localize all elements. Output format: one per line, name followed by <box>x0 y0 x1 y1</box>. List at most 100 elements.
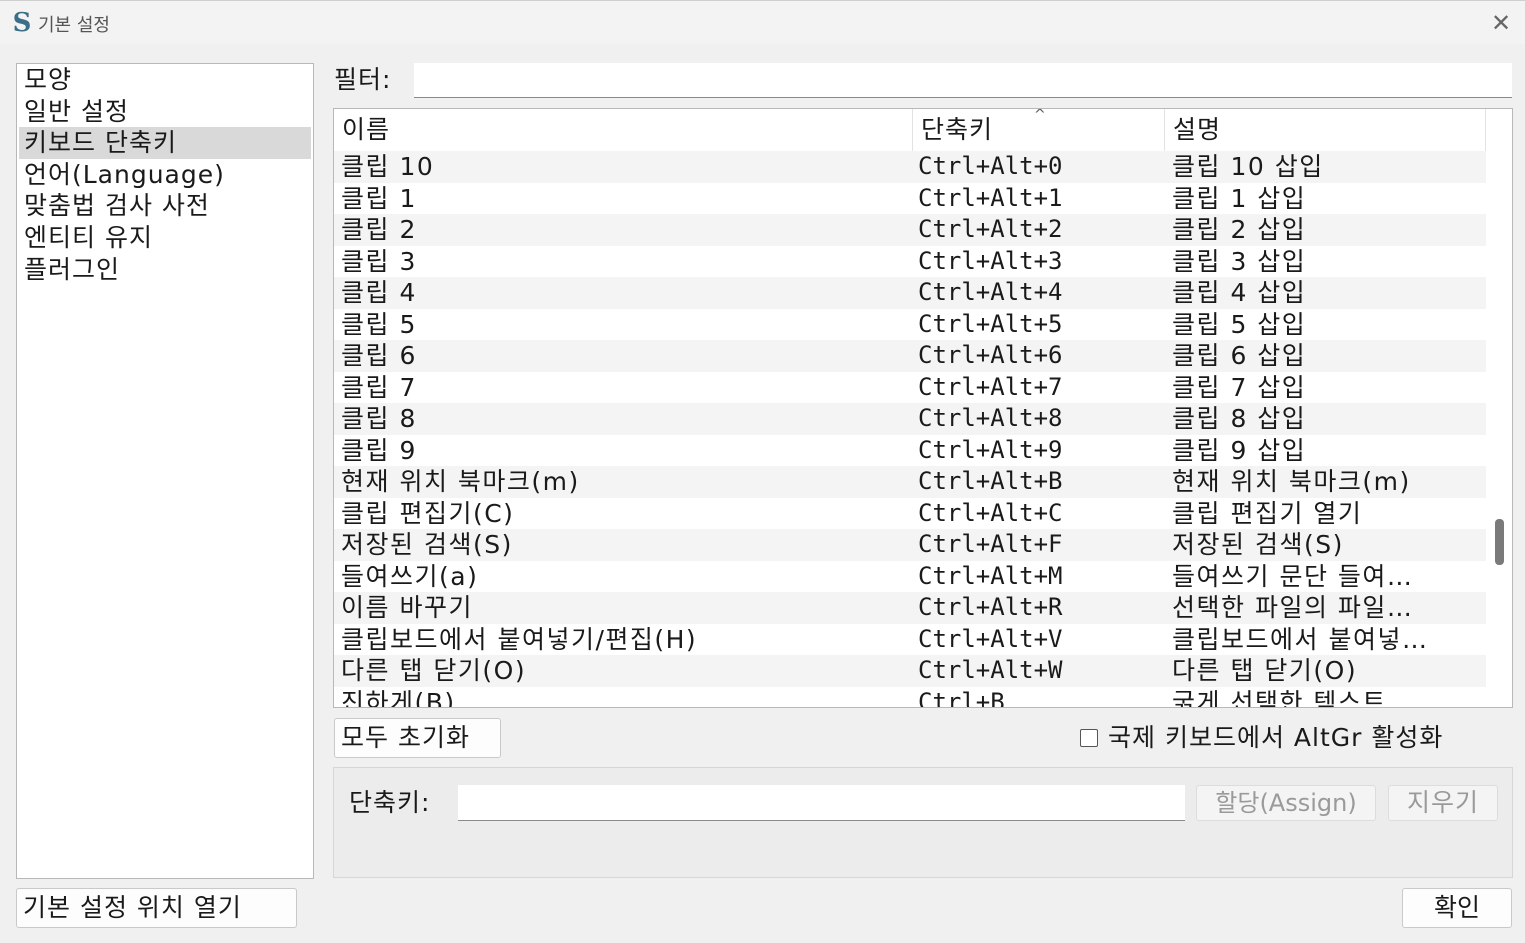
shortcut-editor-panel: 단축키: 할당(Assign) 지우기 <box>333 767 1513 878</box>
shortcut-name-cell: 이름 바꾸기 <box>341 593 473 622</box>
shortcut-description-cell: 선택한 파일의 파일… <box>1172 593 1414 622</box>
ok-button[interactable]: 확인 <box>1402 888 1512 928</box>
open-preferences-location-button[interactable]: 기본 설정 위치 열기 <box>16 888 297 928</box>
app-logo-icon: S <box>12 8 32 38</box>
shortcut-key-cell: Ctrl+Alt+2 <box>918 215 1063 243</box>
shortcut-description-cell: 클립 5 삽입 <box>1172 309 1307 339</box>
table-row[interactable]: 이름 바꾸기 Ctrl+Alt+R 선택한 파일의 파일… <box>334 592 1486 624</box>
shortcut-key-cell: Ctrl+Alt+R <box>918 593 1063 621</box>
shortcut-key-cell: Ctrl+Alt+V <box>918 624 1063 653</box>
shortcut-key-cell: Ctrl+Alt+8 <box>918 404 1063 432</box>
shortcut-name-cell: 클립 6 <box>341 341 417 370</box>
shortcut-description-cell: 클립 2 삽입 <box>1172 215 1307 244</box>
sidebar-item[interactable]: 맞춤법 검사 사전 <box>17 190 313 222</box>
table-row[interactable]: 들여쓰기(a) Ctrl+Alt+M 들여쓰기 문단 들여… <box>334 560 1486 592</box>
shortcut-description-cell: 다른 탭 닫기(O) <box>1172 656 1358 685</box>
shortcut-key-cell: Ctrl+Alt+5 <box>918 309 1063 338</box>
table-row[interactable]: 클립 1 Ctrl+Alt+1 클립 1 삽입 <box>334 182 1486 214</box>
shortcut-key-cell: Ctrl+Alt+B <box>918 467 1063 495</box>
shortcut-key-cell: Ctrl+Alt+9 <box>918 435 1063 464</box>
window-title: 기본 설정 <box>38 15 110 36</box>
shortcut-name-cell: 클립 편집기(C) <box>341 498 515 528</box>
shortcut-description-cell: 클립 7 삽입 <box>1172 372 1307 402</box>
table-row[interactable]: 현재 위치 북마크(m) Ctrl+Alt+B 현재 위치 북마크(m) <box>334 466 1486 498</box>
table-row[interactable]: 다른 탭 닫기(O) Ctrl+Alt+W 다른 탭 닫기(O) <box>334 655 1486 687</box>
sidebar-item[interactable]: 엔티티 유지 <box>17 222 313 254</box>
shortcut-name-cell: 진하게(B) <box>341 687 456 708</box>
shortcut-name-cell: 다른 탭 닫기(O) <box>341 656 527 685</box>
reset-all-button[interactable]: 모두 초기화 <box>334 718 501 758</box>
close-icon[interactable]: ✕ <box>1483 5 1519 41</box>
shortcut-key-cell: Ctrl+Alt+7 <box>918 372 1063 401</box>
column-header-description[interactable]: 설명 <box>1165 109 1486 151</box>
table-row[interactable]: 클립 8 Ctrl+Alt+8 클립 8 삽입 <box>334 403 1486 435</box>
shortcut-key-cell: Ctrl+Alt+1 <box>918 183 1063 212</box>
table-row[interactable]: 클립 6 Ctrl+Alt+6 클립 6 삽입 <box>334 340 1486 372</box>
table-header: 이름 단축키 설명 ^ <box>334 109 1486 151</box>
table-row[interactable]: 진하게(B) Ctrl+B 굵게 선택한 텍스트… <box>334 686 1486 708</box>
title-bar: S 기본 설정 ✕ <box>0 0 1525 44</box>
category-list: 모양 일반 설정 키보드 단축키 언어(Language) 맞춤법 검사 사전 엔티티 유… <box>16 63 314 879</box>
shortcut-description-cell: 클립 8 삽입 <box>1172 404 1307 433</box>
table-row[interactable]: 클립 7 Ctrl+Alt+7 클립 7 삽입 <box>334 371 1486 403</box>
shortcut-description-cell: 클립 9 삽입 <box>1172 435 1307 465</box>
shortcut-name-cell: 클립 4 <box>341 278 417 307</box>
table-row[interactable]: 클립 3 Ctrl+Alt+3 클립 3 삽입 <box>334 245 1486 277</box>
table-body: 클립 10 Ctrl+Alt+0 클립 10 삽입 클립 1 Ctrl+Alt+1 클립 … <box>334 151 1486 708</box>
shortcut-table: 이름 단축키 설명 ^ 클립 10 Ctrl+Alt+0 클립 10 삽입클립 1 C… <box>333 108 1513 708</box>
shortcut-key-cell: Ctrl+B <box>918 687 1005 708</box>
sidebar-item[interactable]: 키보드 단축키 <box>19 127 311 159</box>
column-header-name[interactable]: 이름 <box>334 109 913 151</box>
shortcut-key-cell: Ctrl+Alt+F <box>918 530 1063 558</box>
shortcut-name-cell: 클립 5 <box>341 309 417 339</box>
shortcut-name-cell: 현재 위치 북마크(m) <box>341 467 580 496</box>
scrollbar-thumb[interactable] <box>1495 519 1504 565</box>
shortcut-description-cell: 현재 위치 북마크(m) <box>1172 467 1411 496</box>
sort-ascending-icon: ^ <box>1034 108 1046 123</box>
table-row[interactable]: 클립 9 Ctrl+Alt+9 클립 9 삽입 <box>334 434 1486 466</box>
shortcut-description-cell: 클립 6 삽입 <box>1172 341 1307 370</box>
vertical-scrollbar[interactable] <box>1486 109 1512 707</box>
table-row[interactable]: 클립 2 Ctrl+Alt+2 클립 2 삽입 <box>334 214 1486 246</box>
sidebar-item[interactable]: 플러그인 <box>17 254 313 286</box>
table-row[interactable]: 클립 편집기(C) Ctrl+Alt+C 클립 편집기 열기 <box>334 497 1486 529</box>
table-row[interactable]: 클립 5 Ctrl+Alt+5 클립 5 삽입 <box>334 308 1486 340</box>
shortcut-description-cell: 클립 1 삽입 <box>1172 183 1307 213</box>
sidebar-item[interactable]: 일반 설정 <box>17 96 313 128</box>
shortcut-name-cell: 클립 3 <box>341 246 417 276</box>
shortcut-name-cell: 클립보드에서 붙여넣기/편집(H) <box>341 624 698 654</box>
shortcut-description-cell: 들여쓰기 문단 들여… <box>1172 561 1414 591</box>
shortcut-name-cell: 들여쓰기(a) <box>341 561 479 591</box>
shortcut-key-cell: Ctrl+Alt+3 <box>918 246 1063 275</box>
shortcut-key-cell: Ctrl+Alt+0 <box>918 152 1063 180</box>
table-row[interactable]: 클립보드에서 붙여넣기/편집(H) Ctrl+Alt+V 클립보드에서 붙여넣… <box>334 623 1486 655</box>
shortcut-name-cell: 클립 9 <box>341 435 417 465</box>
shortcut-name-cell: 클립 2 <box>341 215 417 244</box>
shortcut-key-cell: Ctrl+Alt+W <box>918 656 1063 684</box>
sidebar-item[interactable]: 언어(Language) <box>17 159 313 191</box>
shortcut-description-cell: 클립 4 삽입 <box>1172 278 1307 307</box>
shortcut-key-cell: Ctrl+Alt+C <box>918 498 1063 527</box>
shortcut-description-cell: 클립보드에서 붙여넣… <box>1172 624 1429 654</box>
table-row[interactable]: 저장된 검색(S) Ctrl+Alt+F 저장된 검색(S) <box>334 529 1486 561</box>
shortcut-description-cell: 저장된 검색(S) <box>1172 530 1344 559</box>
filter-input[interactable] <box>414 63 1512 98</box>
shortcut-name-cell: 저장된 검색(S) <box>341 530 513 559</box>
clear-button[interactable]: 지우기 <box>1388 785 1498 821</box>
altgr-label[interactable]: 국제 키보드에서 AltGr 활성화 <box>1108 718 1443 758</box>
shortcut-key-cell: Ctrl+Alt+M <box>918 561 1063 590</box>
shortcut-input[interactable] <box>458 785 1185 821</box>
assign-button[interactable]: 할당(Assign) <box>1196 785 1376 821</box>
shortcut-key-cell: Ctrl+Alt+4 <box>918 278 1063 306</box>
table-row[interactable]: 클립 10 Ctrl+Alt+0 클립 10 삽입 <box>334 151 1486 183</box>
shortcut-name-cell: 클립 8 <box>341 404 417 433</box>
altgr-checkbox[interactable] <box>1080 729 1098 747</box>
shortcut-name-cell: 클립 7 <box>341 372 417 402</box>
shortcut-description-cell: 클립 10 삽입 <box>1172 152 1324 181</box>
table-row[interactable]: 클립 4 Ctrl+Alt+4 클립 4 삽입 <box>334 277 1486 309</box>
shortcut-key-cell: Ctrl+Alt+6 <box>918 341 1063 369</box>
sidebar-item[interactable]: 모양 <box>17 64 313 96</box>
shortcut-description-cell: 클립 편집기 열기 <box>1172 498 1363 528</box>
shortcut-name-cell: 클립 10 <box>341 152 435 181</box>
shortcut-name-cell: 클립 1 <box>341 183 417 213</box>
